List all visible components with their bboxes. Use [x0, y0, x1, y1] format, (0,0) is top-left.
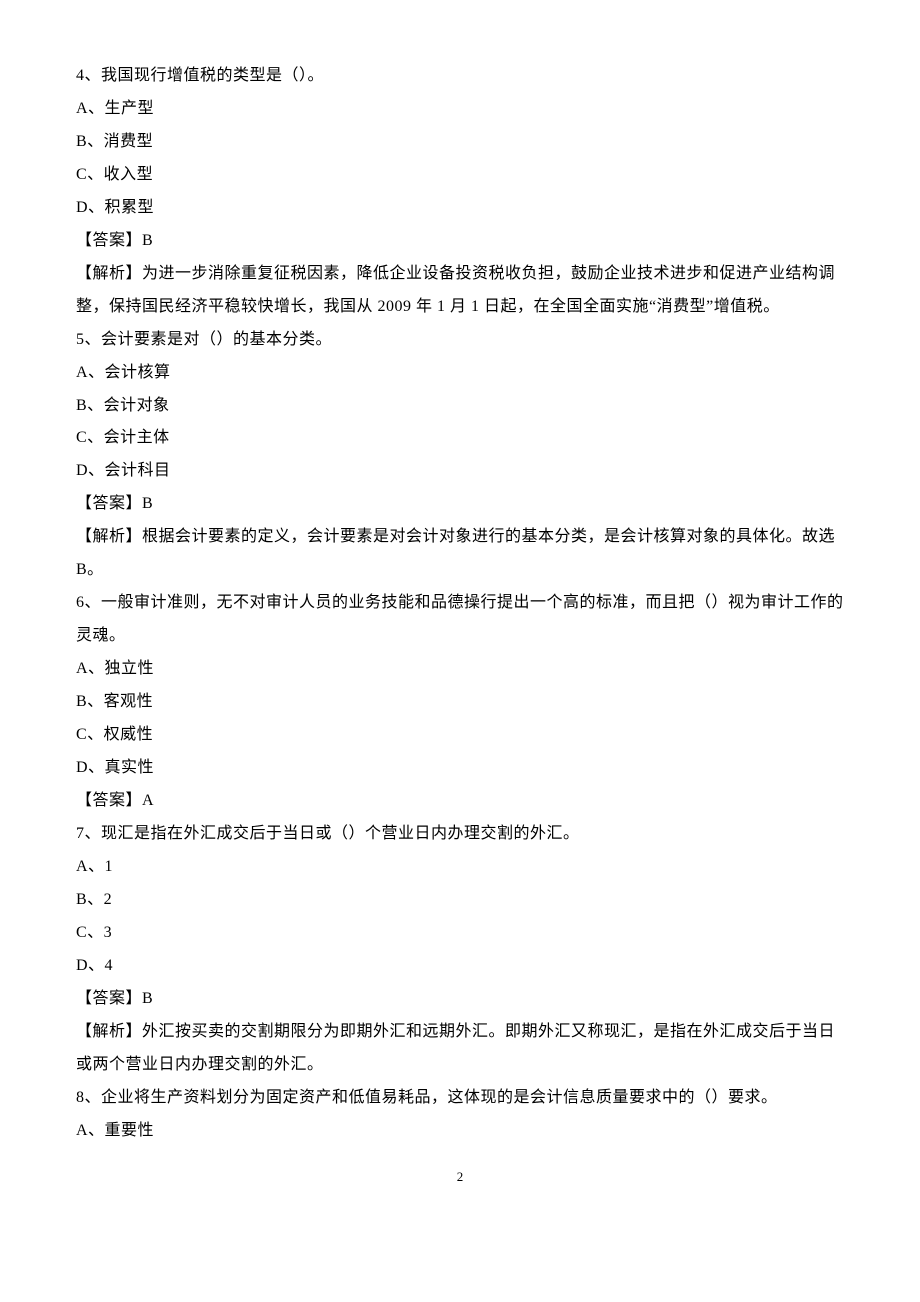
option-d: D、4 [76, 950, 844, 983]
option-d: D、积累型 [76, 192, 844, 225]
document-page: 4、我国现行增值税的类型是（）。 A、生产型 B、消费型 C、收入型 D、积累型… [0, 0, 920, 1225]
option-a: A、会计核算 [76, 357, 844, 390]
question-stem: 7、现汇是指在外汇成交后于当日或（）个营业日内办理交割的外汇。 [76, 818, 844, 851]
question-stem: 5、会计要素是对（）的基本分类。 [76, 324, 844, 357]
answer-line: 【答案】A [76, 785, 844, 818]
answer-line: 【答案】B [76, 983, 844, 1016]
answer-line: 【答案】B [76, 488, 844, 521]
option-c: C、权威性 [76, 719, 844, 752]
question-stem: 8、企业将生产资料划分为固定资产和低值易耗品，这体现的是会计信息质量要求中的（）… [76, 1082, 844, 1115]
explain-line: 【解析】为进一步消除重复征税因素，降低企业设备投资税收负担，鼓励企业技术进步和促… [76, 258, 844, 324]
option-a: A、1 [76, 851, 844, 884]
question-stem: 6、一般审计准则，无不对审计人员的业务技能和品德操行提出一个高的标准，而且把（）… [76, 587, 844, 653]
option-a: A、重要性 [76, 1115, 844, 1148]
option-c: C、会计主体 [76, 422, 844, 455]
option-d: D、会计科目 [76, 455, 844, 488]
question-stem: 4、我国现行增值税的类型是（）。 [76, 60, 844, 93]
page-number: 2 [76, 1169, 844, 1185]
option-a: A、独立性 [76, 653, 844, 686]
option-b: B、会计对象 [76, 390, 844, 423]
explain-line: 【解析】外汇按买卖的交割期限分为即期外汇和远期外汇。即期外汇又称现汇，是指在外汇… [76, 1016, 844, 1082]
option-b: B、客观性 [76, 686, 844, 719]
explain-line: 【解析】根据会计要素的定义，会计要素是对会计对象进行的基本分类，是会计核算对象的… [76, 521, 844, 587]
option-c: C、3 [76, 917, 844, 950]
option-d: D、真实性 [76, 752, 844, 785]
option-b: B、2 [76, 884, 844, 917]
option-a: A、生产型 [76, 93, 844, 126]
option-c: C、收入型 [76, 159, 844, 192]
answer-line: 【答案】B [76, 225, 844, 258]
option-b: B、消费型 [76, 126, 844, 159]
